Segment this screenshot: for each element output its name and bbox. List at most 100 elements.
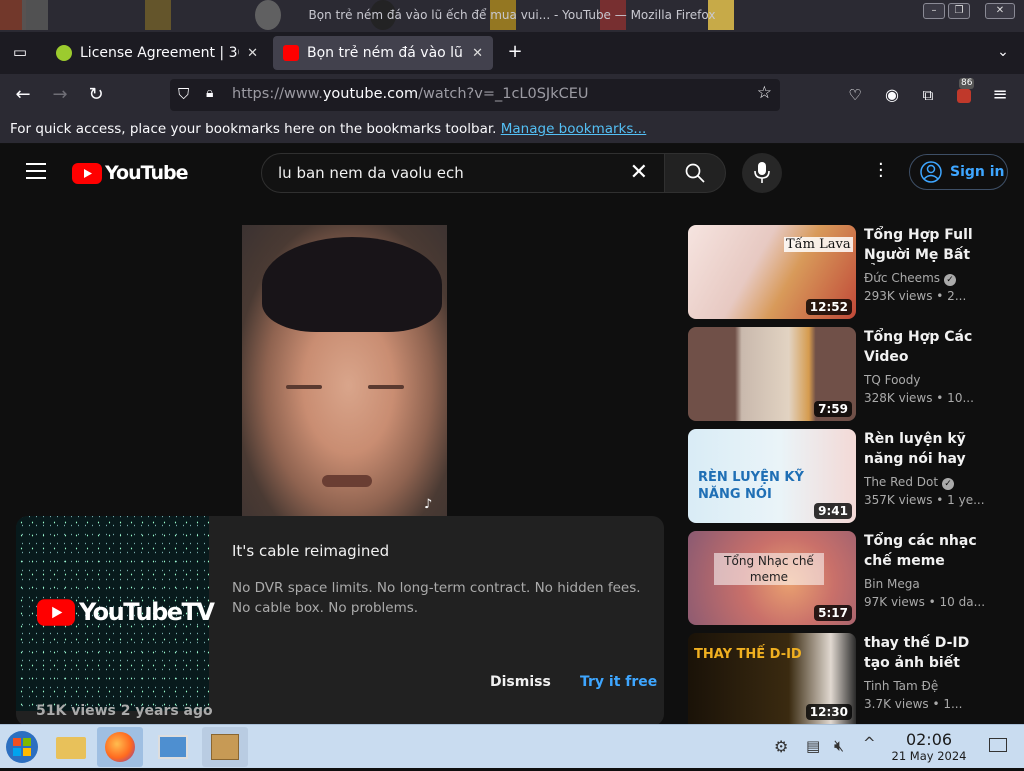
url-text[interactable]: https://www.youtube.com/watch?v=_1cL0SJk… <box>232 86 589 102</box>
recommendation-item[interactable]: THAY THẾ D-ID 12:30 thay thế D-ID tạo ản… <box>688 633 1008 724</box>
video-title[interactable]: Rèn luyện kỹ năng nói hay và... <box>864 429 984 469</box>
video-duration: 12:52 <box>805 299 852 315</box>
control-panel-icon[interactable] <box>150 727 196 767</box>
extensions-icon[interactable]: ⧉ <box>915 82 941 108</box>
thumbnail-text: RÈN LUYỆN KỸ NĂNG NÓI <box>698 470 804 502</box>
channel-name[interactable]: Tinh Tam Đệ <box>864 679 938 693</box>
window-titlebar: Bọn trẻ ném đá vào lũ ếch để mua vui... … <box>0 0 1024 32</box>
firefox-view-icon[interactable]: ▭ <box>7 39 33 65</box>
youtube-header: YouTube lu ban nem da vaolu ech ✕ · · · Si… <box>0 144 1024 202</box>
ad-image[interactable]: YouTubeTV <box>16 516 215 711</box>
window-title: Bọn trẻ ném đá vào lũ ếch để mua vui... … <box>308 8 716 22</box>
recommendation-item[interactable]: Tấm Lava 12:52 Tổng Hợp Full Người Mẹ Bấ… <box>688 225 1008 319</box>
extension-button[interactable]: 86 <box>951 78 977 108</box>
tab-youtube[interactable]: Bọn trẻ ném đá vào lũ ếch ✕ <box>273 36 493 70</box>
verified-check-icon: ✓ <box>942 478 955 490</box>
navigation-bar: ← → ↻ ⛉ 🔒︎ https://www.youtube.com/watch… <box>0 74 1024 116</box>
channel-name[interactable]: Bin Mega <box>864 577 920 591</box>
search-icon <box>685 163 705 183</box>
search-button[interactable] <box>664 153 726 193</box>
video-duration: 7:59 <box>814 401 852 417</box>
close-tab-icon[interactable]: ✕ <box>472 46 483 61</box>
recommendation-item[interactable]: Tổng Nhạc chế meme 5:17 Tổng các nhạc ch… <box>688 531 1008 625</box>
video-thumbnail[interactable]: RÈN LUYỆN KỸ NĂNG NÓI 9:41 <box>688 429 856 523</box>
youtube-tv-logo: YouTubeTV <box>37 598 215 626</box>
tab-label: Bọn trẻ ném đá vào lũ ếch <box>307 45 464 61</box>
youtube-logo[interactable]: YouTube <box>72 162 188 184</box>
tab-license-agreement[interactable]: License Agreement | 360 ✕ <box>46 36 268 70</box>
clipboard-icon[interactable]: ▤ <box>806 737 820 755</box>
search-query[interactable]: lu ban nem da vaolu ech <box>278 164 464 182</box>
bookmarks-message: For quick access, place your bookmarks h… <box>10 121 497 137</box>
extension-badge: 86 <box>959 78 975 89</box>
channel-name[interactable]: TQ Foody <box>864 373 920 387</box>
video-title[interactable]: Tổng Hợp Các Video Mukbang... <box>864 327 984 367</box>
start-button[interactable] <box>2 727 48 767</box>
video-stats: 51K views 2 years ago <box>36 703 213 719</box>
file-manager-icon[interactable] <box>48 727 94 767</box>
close-window-button[interactable]: ✕ <box>985 3 1015 19</box>
channel-name[interactable]: The Red Dot ✓ <box>864 475 955 490</box>
video-thumbnail[interactable]: Tổng Nhạc chế meme 5:17 <box>688 531 856 625</box>
try-it-free-button[interactable]: Try it free <box>580 674 657 690</box>
manage-bookmarks-link[interactable]: Manage bookmarks... <box>501 121 647 137</box>
tray-expand-icon[interactable]: ^ <box>863 734 876 752</box>
maximize-button[interactable]: ❐ <box>948 3 970 19</box>
ad-overlay: YouTubeTV It's cable reimagined No DVR s… <box>16 516 664 726</box>
video-meta: 3.7K views • 1... <box>864 697 963 711</box>
firefox-taskbar-icon[interactable] <box>97 727 143 767</box>
url-bar[interactable]: ⛉ 🔒︎ https://www.youtube.com/watch?v=_1c… <box>170 79 780 111</box>
ad-brand: YouTubeTV <box>79 598 215 626</box>
bookmark-star-icon[interactable]: ☆ <box>757 83 772 103</box>
pocket-icon[interactable]: ♡ <box>842 82 868 108</box>
minimize-button[interactable]: – <box>923 3 945 19</box>
recommendation-item[interactable]: RÈN LUYỆN KỸ NĂNG NÓI 9:41 Rèn luyện kỹ … <box>688 429 1008 523</box>
close-tab-icon[interactable]: ✕ <box>247 46 258 61</box>
list-tabs-button[interactable]: ⌄ <box>990 39 1016 65</box>
back-button[interactable]: ← <box>10 82 36 108</box>
video-duration: 5:17 <box>814 605 852 621</box>
voice-search-button[interactable] <box>742 153 782 193</box>
clock-time: 02:06 <box>905 730 953 749</box>
lock-icon[interactable]: 🔒︎ <box>206 85 213 101</box>
video-meta: 293K views • 2... <box>864 289 967 303</box>
microphone-icon <box>754 162 770 183</box>
video-thumbnail[interactable]: Tấm Lava 12:52 <box>688 225 856 319</box>
account-circle-icon <box>920 161 942 183</box>
sign-in-button[interactable]: Sign in <box>909 154 1008 190</box>
new-tab-button[interactable]: + <box>502 39 528 65</box>
video-title[interactable]: thay thế D-ID tạo ảnh biết nói bản... <box>864 633 984 673</box>
network-icon[interactable]: ⚙ <box>774 737 788 756</box>
channel-name[interactable]: Đức Cheems ✓ <box>864 271 957 286</box>
more-options-icon[interactable]: · · · <box>878 156 884 186</box>
clear-search-icon[interactable]: ✕ <box>630 160 648 185</box>
youtube-favicon-icon <box>283 45 299 61</box>
menu-icon[interactable]: ≡ <box>987 82 1013 108</box>
reload-button[interactable]: ↻ <box>83 82 109 108</box>
package-icon[interactable] <box>202 727 248 767</box>
video-title[interactable]: Tổng Hợp Full Người Mẹ Bất Ổn <box>864 225 984 265</box>
video-title[interactable]: Tổng các nhạc chế meme hiện... <box>864 531 984 571</box>
dismiss-button[interactable]: Dismiss <box>490 674 551 690</box>
verified-check-icon: ✓ <box>944 274 957 286</box>
video-player[interactable]: ♪ <box>242 225 447 517</box>
tab-bar: ▭ License Agreement | 360 ✕ Bọn trẻ ném … <box>0 32 1024 74</box>
tiktok-watermark-icon: ♪ <box>424 497 433 512</box>
account-icon[interactable]: ◉ <box>879 82 905 108</box>
shield-icon[interactable]: ⛉ <box>178 85 189 103</box>
thumbnail-text: Tấm Lava <box>784 237 853 252</box>
ad-headline: It's cable reimagined <box>232 542 390 560</box>
video-duration: 12:30 <box>805 704 852 720</box>
volume-muted-icon[interactable]: 🔇︎ <box>834 736 844 756</box>
search-input[interactable]: lu ban nem da vaolu ech ✕ <box>261 153 665 193</box>
clock-date: 21 May 2024 <box>891 749 967 763</box>
video-thumbnail[interactable]: 7:59 <box>688 327 856 421</box>
forward-button[interactable]: → <box>47 82 73 108</box>
video-meta: 97K views • 10 da... <box>864 595 984 609</box>
hamburger-menu-icon[interactable] <box>26 163 46 179</box>
recommendation-item[interactable]: 7:59 Tổng Hợp Các Video Mukbang... TQ Fo… <box>688 327 1008 421</box>
video-thumbnail[interactable]: THAY THẾ D-ID 12:30 <box>688 633 856 724</box>
bookmarks-toolbar: For quick access, place your bookmarks h… <box>0 116 1024 144</box>
show-desktop-icon[interactable] <box>989 738 1007 752</box>
clock[interactable]: 02:06 21 May 2024 <box>888 730 970 763</box>
